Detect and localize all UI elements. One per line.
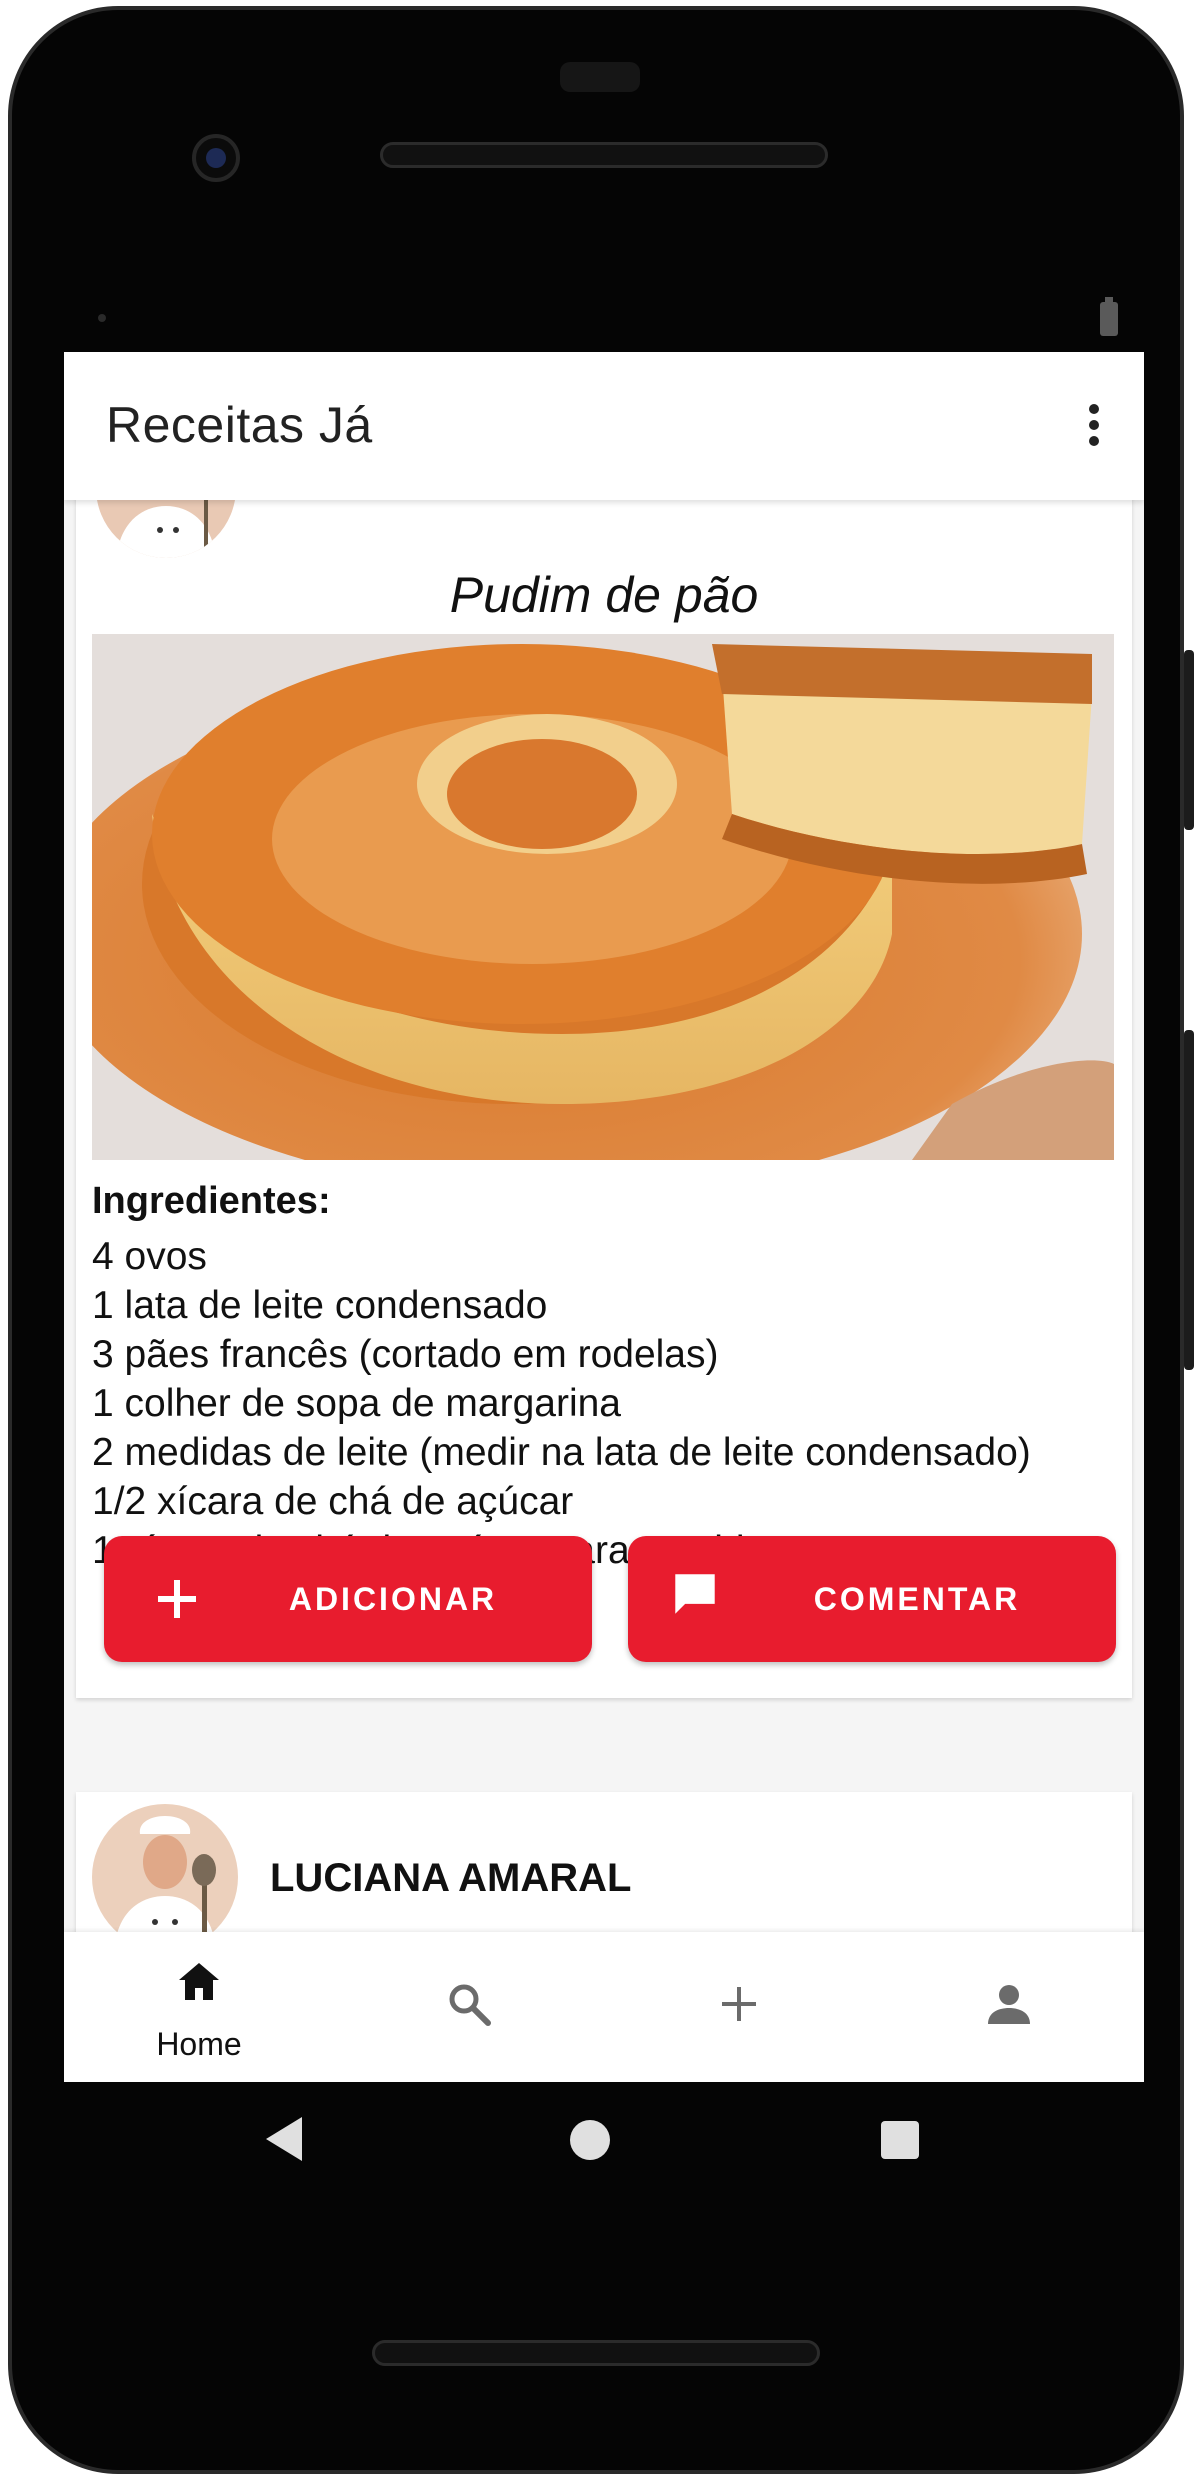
ingredient-item: 1 lata de leite condensado — [92, 1284, 548, 1327]
menu-dot — [1089, 420, 1099, 430]
nav-search[interactable] — [334, 1932, 604, 2082]
status-dot — [98, 314, 106, 322]
recipe-photo — [92, 634, 1114, 1160]
feed[interactable]: Pudim de pão Ingredientes: 4 ovos 1 lata… — [64, 500, 1144, 1932]
add-button-label: ADICIONAR — [288, 1580, 498, 1617]
nav-home-label: Home — [156, 2026, 242, 2062]
app-screen: Receitas Já Pudim de pão Ingredientes: 4… — [64, 352, 1144, 2082]
ingredients-list: 4 ovos 1 lata de leite condensado 3 pães… — [92, 1232, 1031, 1575]
avatar[interactable] — [92, 1804, 238, 1932]
phone-frame: Receitas Já Pudim de pão Ingredientes: 4… — [8, 6, 1194, 2474]
author-name: LUCIANA AMARAL — [270, 1856, 632, 1900]
battery-icon — [1100, 297, 1118, 336]
recipe-title: Pudim de pão — [449, 567, 759, 623]
add-icon — [722, 1987, 756, 2021]
recents-icon[interactable] — [880, 2120, 920, 2160]
back-icon[interactable] — [262, 2115, 306, 2163]
bottom-navigation: Home — [64, 1932, 1144, 2082]
nav-home[interactable]: Home — [64, 1932, 334, 2082]
earpiece-speaker — [380, 142, 828, 168]
bottom-speaker — [372, 2340, 820, 2366]
app-bar: Receitas Já — [64, 352, 1144, 500]
recipe-card: LUCIANA AMARAL — [76, 1792, 1132, 1932]
recipe-card: Pudim de pão Ingredientes: 4 ovos 1 lata… — [76, 500, 1132, 1698]
nav-profile[interactable] — [874, 1932, 1144, 2082]
comment-button-label: COMENTAR — [813, 1580, 1021, 1617]
ingredients-heading: Ingredientes: — [92, 1180, 331, 1222]
menu-dot — [1089, 436, 1099, 446]
top-slot — [560, 62, 640, 92]
power-button — [1184, 650, 1194, 830]
comment-button[interactable]: COMENTAR — [628, 1536, 1116, 1662]
front-camera — [192, 134, 240, 182]
app-title: Receitas Já — [106, 397, 373, 453]
avatar[interactable] — [96, 500, 236, 558]
person-icon — [988, 1985, 1030, 2024]
home-icon — [179, 1963, 219, 2000]
plus-icon — [158, 1580, 196, 1618]
search-icon — [449, 1984, 491, 2026]
ingredient-item: 1/2 xícara de chá de açúcar — [92, 1480, 574, 1523]
ingredient-item: 4 ovos — [92, 1235, 207, 1278]
ingredient-item: 1 colher de sopa de margarina — [92, 1382, 621, 1425]
more-vert-icon[interactable] — [1074, 390, 1114, 460]
ingredient-item: 3 pães francês (cortado em rodelas) — [92, 1333, 719, 1376]
nav-add[interactable] — [604, 1932, 874, 2082]
home-circle-icon[interactable] — [568, 2118, 612, 2162]
menu-dot — [1089, 404, 1099, 414]
add-button[interactable]: ADICIONAR — [104, 1536, 592, 1662]
comment-icon — [675, 1574, 715, 1614]
ingredient-item: 2 medidas de leite (medir na lata de lei… — [92, 1431, 1031, 1474]
volume-button — [1184, 1030, 1194, 1370]
